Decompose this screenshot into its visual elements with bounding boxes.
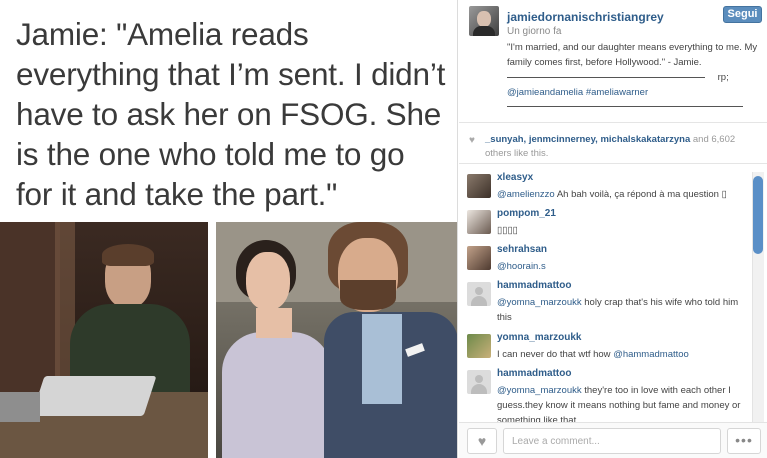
comment-username[interactable]: xleasyx	[497, 172, 533, 183]
likers-list[interactable]: _sunyah, jenmcinnerney, michalskakatarzy…	[485, 134, 690, 145]
post-caption: "I'm married, and our daughter means eve…	[507, 40, 759, 107]
post-header: jamiedornanischristiangrey Segui Un gior…	[459, 0, 767, 122]
comment-text: @yomna_marzoukk holy crap that's his wif…	[497, 295, 749, 325]
caption-divider	[507, 77, 705, 78]
more-options-button[interactable]: •••	[727, 428, 761, 454]
comment-username[interactable]: hammadmattoo	[497, 368, 571, 379]
photo-couple	[216, 222, 457, 458]
likes-summary: ♥ _sunyah, jenmcinnerney, michalskakatar…	[459, 122, 767, 164]
commenter-avatar[interactable]	[467, 210, 491, 234]
author-avatar[interactable]	[469, 6, 499, 36]
comment-body: ▯▯▯▯	[497, 225, 518, 236]
comments-scrollbar-thumb[interactable]	[753, 176, 763, 254]
comment-username[interactable]: yomna_marzoukk	[497, 332, 581, 343]
comment-text: @amelienzzo Ah bah voilà, ça répond à ma…	[497, 187, 749, 202]
image-quote-text: Jamie: "Amelia reads everything that I’m…	[16, 16, 446, 212]
comment-body: Ah bah voilà, ça répond à ma question ▯	[554, 189, 727, 200]
like-button[interactable]: ♥	[467, 428, 497, 454]
author-username[interactable]: jamiedornanischristiangrey	[507, 10, 664, 24]
post-image[interactable]: Jamie: "Amelia reads everything that I’m…	[0, 0, 458, 458]
commenter-avatar[interactable]	[467, 246, 491, 270]
comment-mention[interactable]: @hoorain.s	[497, 261, 546, 272]
post-sidebar: jamiedornanischristiangrey Segui Un gior…	[459, 0, 767, 458]
comment-mention[interactable]: @yomna_marzoukk	[497, 385, 582, 396]
photo-man-at-desk	[0, 222, 208, 458]
commenter-avatar[interactable]	[467, 334, 491, 358]
comment-body: I can never do that wtf how	[497, 349, 614, 360]
comment-mention[interactable]: @amelienzzo	[497, 189, 555, 200]
commenter-avatar[interactable]	[467, 370, 491, 394]
caption-rp: rp;	[717, 72, 729, 83]
comment-text: @hoorain.s	[497, 259, 749, 274]
post-time: Un giorno fa	[507, 26, 562, 37]
comment-text: ▯▯▯▯	[497, 223, 749, 238]
comment-text: I can never do that wtf how @hammadmatto…	[497, 347, 749, 362]
comment-mention[interactable]: @yomna_marzoukk	[497, 297, 582, 308]
more-options-icon: •••	[735, 432, 753, 448]
commenter-avatar[interactable]	[467, 174, 491, 198]
comment-username[interactable]: hammadmattoo	[497, 280, 571, 291]
comment-text: @yomna_marzoukk they're too in love with…	[497, 383, 749, 422]
heart-icon: ♥	[469, 135, 475, 146]
heart-icon: ♥	[477, 433, 487, 449]
commenter-avatar[interactable]	[467, 282, 491, 306]
comment-list: xleasyx @amelienzzo Ah bah voilà, ça rép…	[459, 164, 767, 422]
follow-button[interactable]: Segui	[723, 6, 762, 23]
caption-quote: "I'm married, and our daughter means eve…	[507, 42, 758, 68]
caption-tags[interactable]: @jamieandamelia #ameliawarner	[507, 87, 648, 98]
comment-mention[interactable]: @hammadmattoo	[613, 349, 689, 360]
caption-divider-bottom	[507, 106, 743, 107]
comment-username[interactable]: pompom_21	[497, 208, 556, 219]
comment-footer: ♥ •••	[459, 422, 767, 458]
comment-input[interactable]	[503, 428, 721, 454]
comment-username[interactable]: sehrahsan	[497, 244, 547, 255]
